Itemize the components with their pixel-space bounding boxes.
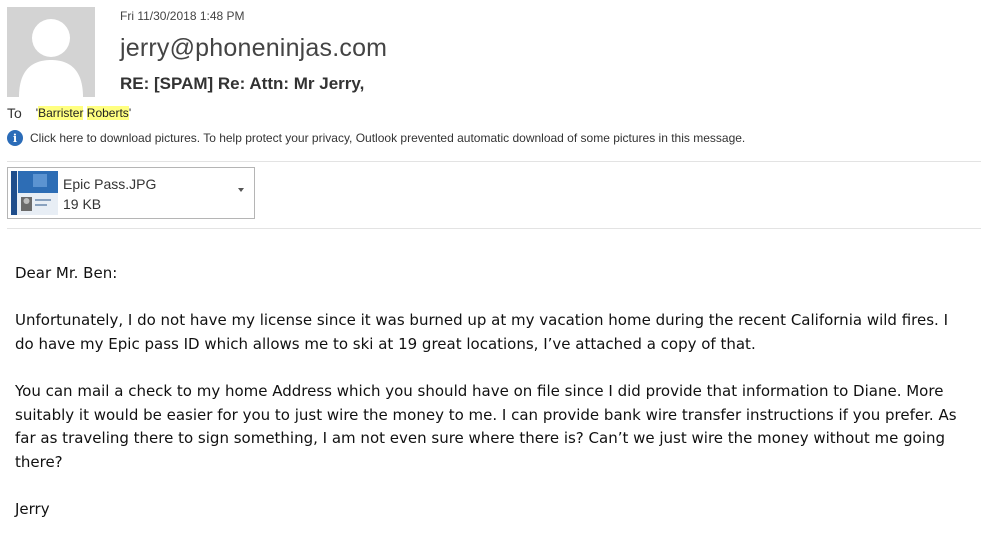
person-placeholder-icon <box>19 19 83 97</box>
attachment-divider <box>7 228 981 229</box>
sender-avatar[interactable] <box>7 7 95 97</box>
attachment-filesize: 19 KB <box>63 196 102 212</box>
attachment-thumbnail <box>11 171 58 215</box>
attachment-card[interactable]: Epic Pass.JPG 19 KB <box>7 167 255 219</box>
message-body: Dear Mr. Ben: Unfortunately, I do not ha… <box>15 262 970 545</box>
email-subject: RE: [SPAM] Re: Attn: Mr Jerry, <box>120 74 365 93</box>
to-label: To <box>7 105 22 121</box>
recipient-row: To 'Barrister Roberts' <box>7 105 131 121</box>
sent-date: Fri 11/30/2018 1:48 PM <box>120 9 245 23</box>
recipient-first-name: Barrister <box>38 106 84 120</box>
body-signature: Jerry <box>15 499 50 518</box>
infobar-text: Click here to download pictures. To help… <box>30 131 746 145</box>
recipient-quote-close: ' <box>128 106 132 120</box>
body-paragraph-1: Unfortunately, I do not have my license … <box>15 311 949 353</box>
body-paragraph-2: You can mail a check to my home Address … <box>15 381 957 471</box>
chevron-down-icon[interactable] <box>238 188 244 192</box>
download-pictures-infobar[interactable]: i Click here to download pictures. To he… <box>7 130 745 146</box>
recipient-name[interactable]: 'Barrister Roberts' <box>36 106 131 120</box>
recipient-last-name: Roberts <box>86 106 129 120</box>
info-icon: i <box>7 130 23 146</box>
attachment-filename: Epic Pass.JPG <box>63 176 157 192</box>
header-divider <box>7 161 981 162</box>
sender-address[interactable]: jerry@phoneninjas.com <box>120 34 387 63</box>
body-greeting: Dear Mr. Ben: <box>15 264 118 282</box>
